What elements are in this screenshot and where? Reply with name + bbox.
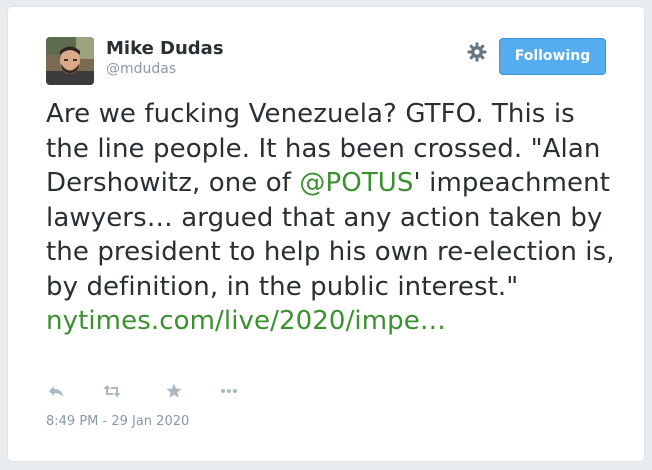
- reply-icon[interactable]: [46, 381, 66, 401]
- tweet-text: Are we fucking Venezuela? GTFO. This is …: [46, 97, 626, 339]
- star-icon[interactable]: [164, 381, 184, 401]
- author-name[interactable]: Mike Dudas: [106, 38, 224, 60]
- following-button[interactable]: Following: [499, 38, 606, 75]
- retweet-icon[interactable]: [102, 381, 122, 401]
- gear-icon[interactable]: [465, 40, 489, 64]
- tweet-timestamp[interactable]: 8:49 PM - 29 Jan 2020: [46, 413, 189, 431]
- more-icon[interactable]: [219, 381, 239, 401]
- mention-link[interactable]: @POTUS: [299, 168, 413, 198]
- avatar[interactable]: [46, 37, 94, 85]
- author-handle[interactable]: @mdudas: [106, 60, 176, 78]
- tweet-card: Mike Dudas @mdudas Following Are we fuck…: [7, 6, 645, 462]
- url-link[interactable]: nytimes.com/live/2020/impe…: [46, 306, 446, 336]
